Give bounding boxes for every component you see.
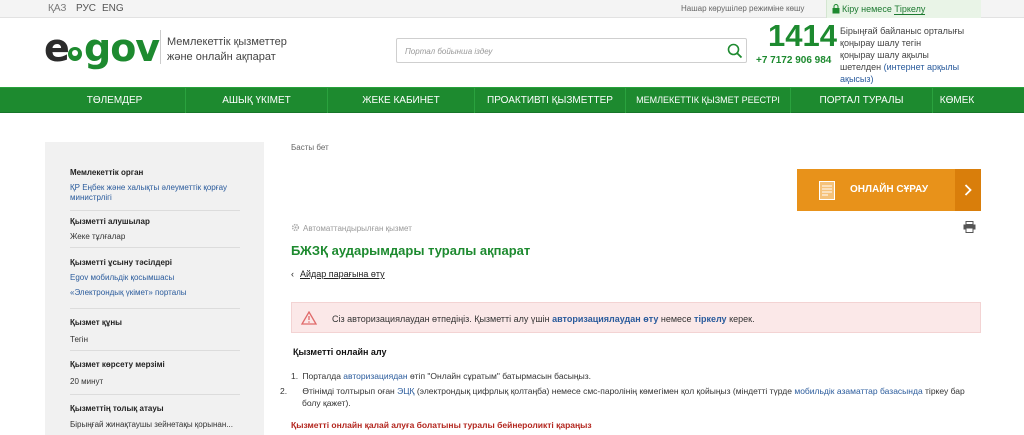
video-guide-link[interactable]: Қызметті онлайн қалай алуға болатыны тур… <box>291 420 592 430</box>
call-info-line-2: қоңырау шалу тегін <box>840 38 922 48</box>
step-number: 2. <box>280 386 288 396</box>
main-nav: Төлемдер Ашық үкімет Жеке кабинет Проакт… <box>0 87 1024 113</box>
sidebar-channels: Қызметті ұсыну тәсілдері Egov мобильдік … <box>70 258 240 298</box>
sidebar-recipients-value: Жеке тұлғалар <box>70 232 126 241</box>
slogan-line-1: Мемлекеттік қызметтер <box>167 36 287 48</box>
step-text: (электрондық цифрлық қолтаңба) немесе см… <box>414 386 795 396</box>
document-icon <box>819 181 835 200</box>
sidebar-divider <box>70 308 240 309</box>
online-request-arrow-box <box>955 169 981 211</box>
sidebar-recipients-title: Қызметті алушылар <box>70 217 150 226</box>
online-request-button[interactable]: ОНЛАЙН СҰРАУ <box>797 169 981 211</box>
call-info-line-4: шетелден <box>840 62 884 72</box>
gear-icon <box>291 223 300 232</box>
logo-gov-text: gov <box>84 26 160 70</box>
nav-item-proactive-services[interactable]: Проактивті қызметтер <box>475 88 625 113</box>
mobile-citizens-base-link[interactable]: мобильдік азаматтар базасында <box>794 386 922 396</box>
login-text: Кіру немесе Тіркелу <box>842 4 926 15</box>
lang-eng-link[interactable]: ENG <box>102 3 124 14</box>
lang-kaz-link[interactable]: ҚАЗ <box>48 3 66 14</box>
auth-warning-part: немесе <box>658 314 695 324</box>
sidebar-org: Мемлекеттік орган ҚР Еңбек және халықты … <box>70 168 240 203</box>
search-input[interactable] <box>405 43 705 59</box>
nav-item-service-registry[interactable]: Мемлекеттік қызмет реестрі <box>626 88 790 113</box>
logo-arrow-icon <box>68 47 82 61</box>
auth-warning-part: керек. <box>726 314 755 324</box>
nav-item-open-government[interactable]: Ашық үкімет <box>186 88 327 113</box>
sidebar-channel-mobile-link[interactable]: Egov мобильдік қосымшасы <box>70 273 240 283</box>
slogan-line-2: және онлайн ақпарат <box>167 51 276 63</box>
call-center-info: Бірыңғай байланыс орталығы қоңырау шалу … <box>840 25 980 85</box>
automated-service-text: Автоматтандырылған қызмет <box>303 224 412 233</box>
sidebar-term-value: 20 минут <box>70 377 104 386</box>
sidebar-fullname-title: Қызметтің толық атауы <box>70 404 164 413</box>
nav-item-help[interactable]: Көмек <box>933 88 981 113</box>
call-center-number[interactable]: 1414 <box>768 18 837 54</box>
auth-warning-part: Сіз авторизациялаудан өтпедіңіз. Қызметт… <box>332 314 553 324</box>
eds-link[interactable]: ЭЦҚ <box>397 386 414 396</box>
warning-icon <box>301 311 317 325</box>
step-number: 1. <box>291 371 299 381</box>
sidebar-org-title: Мемлекеттік орган <box>70 168 144 177</box>
accessibility-mode-link[interactable]: Нашар көрушілер режиміне көшу <box>681 4 804 13</box>
online-request-label: ОНЛАЙН СҰРАУ <box>850 184 929 195</box>
call-info-line-1: Бірыңғай байланыс орталығы <box>840 26 965 36</box>
login-link[interactable]: Кіру немесе <box>842 4 894 14</box>
sidebar-divider <box>70 394 240 395</box>
logo-e-text: e <box>44 26 70 70</box>
phone-number[interactable]: +7 7172 906 984 <box>756 55 831 66</box>
back-to-category-link[interactable]: ‹ Айдар парағына өту <box>291 269 385 279</box>
slogan: Мемлекеттік қызметтер және онлайн ақпара… <box>167 35 307 65</box>
sidebar-divider <box>70 350 240 351</box>
sidebar-fullname-value: Бірыңғай жинақтаушы зейнетақы қорынан... <box>70 420 233 429</box>
steps-list: 1. Порталда авторизациядан өтіп "Онлайн … <box>280 370 981 409</box>
sidebar-divider <box>70 247 240 248</box>
top-bar: ҚАЗ РУС ENG Нашар көрушілер режиміне көш… <box>0 0 1024 18</box>
service-info-sidebar: Мемлекеттік орган ҚР Еңбек және халықты … <box>45 142 264 435</box>
sidebar-price-value: Тегін <box>70 335 88 344</box>
step-text: Порталда <box>302 371 344 381</box>
back-link-text: Айдар парағына өту <box>300 269 385 279</box>
authorize-link[interactable]: авторизациялаудан өту <box>552 314 658 324</box>
step-text: өтіп "Онлайн сұратым" батырмасын басыңыз… <box>407 371 591 381</box>
step-item: 1. Порталда авторизациядан өтіп "Онлайн … <box>291 370 981 382</box>
register-link-inline[interactable]: тіркелу <box>694 314 727 324</box>
lang-rus-link[interactable]: РУС <box>76 3 96 14</box>
step-item: 2. Өтінімді толтырып оған ЭЦҚ (электронд… <box>280 385 981 409</box>
sidebar-price-title: Қызмет құны <box>70 318 123 327</box>
sidebar-price: Қызмет құны Тегін <box>70 318 240 345</box>
logo-divider <box>160 30 161 64</box>
sidebar-term-title: Қызмет көрсету мерзімі <box>70 360 165 369</box>
page-title: БЖЗҚ аударымдары туралы ақпарат <box>291 243 531 258</box>
sidebar-org-link[interactable]: ҚР Еңбек және халықты әлеуметтік қорғау … <box>70 183 240 203</box>
online-section-title: Қызметті онлайн алу <box>293 347 387 357</box>
chevron-right-icon <box>964 184 972 196</box>
sidebar-channel-portal-link[interactable]: «Электрондық үкімет» порталы <box>70 288 240 298</box>
breadcrumb-home[interactable]: Басты бет <box>291 143 329 152</box>
search-box <box>396 38 747 63</box>
nav-item-about-portal[interactable]: Портал туралы <box>791 88 932 113</box>
lock-icon <box>832 4 840 14</box>
step-text: Өтінімді толтырып оған <box>302 386 398 396</box>
search-icon[interactable] <box>727 43 743 59</box>
sidebar-channels-title: Қызметті ұсыну тәсілдері <box>70 258 173 267</box>
nav-item-personal-cabinet[interactable]: Жеке кабинет <box>328 88 474 113</box>
egov-logo[interactable]: e gov <box>44 26 160 72</box>
sidebar-divider <box>70 210 240 211</box>
authorization-link[interactable]: авторизациядан <box>343 371 407 381</box>
auth-warning-alert: Сіз авторизациялаудан өтпедіңіз. Қызметт… <box>291 302 981 333</box>
sidebar-fullname: Қызметтің толық атауы Бірыңғай жинақтауш… <box>70 404 240 430</box>
auth-warning-text: Сіз авторизациялаудан өтпедіңіз. Қызметт… <box>332 314 755 324</box>
sidebar-recipients: Қызметті алушылар Жеке тұлғалар <box>70 217 240 242</box>
call-info-line-3: қоңырау шалу ақылы <box>840 50 929 60</box>
nav-item-payments[interactable]: Төлемдер <box>44 88 185 113</box>
chevron-left-icon: ‹ <box>291 269 294 279</box>
register-link[interactable]: Тіркелу <box>894 4 926 15</box>
sidebar-term: Қызмет көрсету мерзімі 20 минут <box>70 360 240 387</box>
print-icon[interactable] <box>963 221 976 233</box>
login-box[interactable]: Кіру немесе Тіркелу <box>826 0 981 18</box>
automated-service-label: Автоматтандырылған қызмет <box>291 223 412 233</box>
